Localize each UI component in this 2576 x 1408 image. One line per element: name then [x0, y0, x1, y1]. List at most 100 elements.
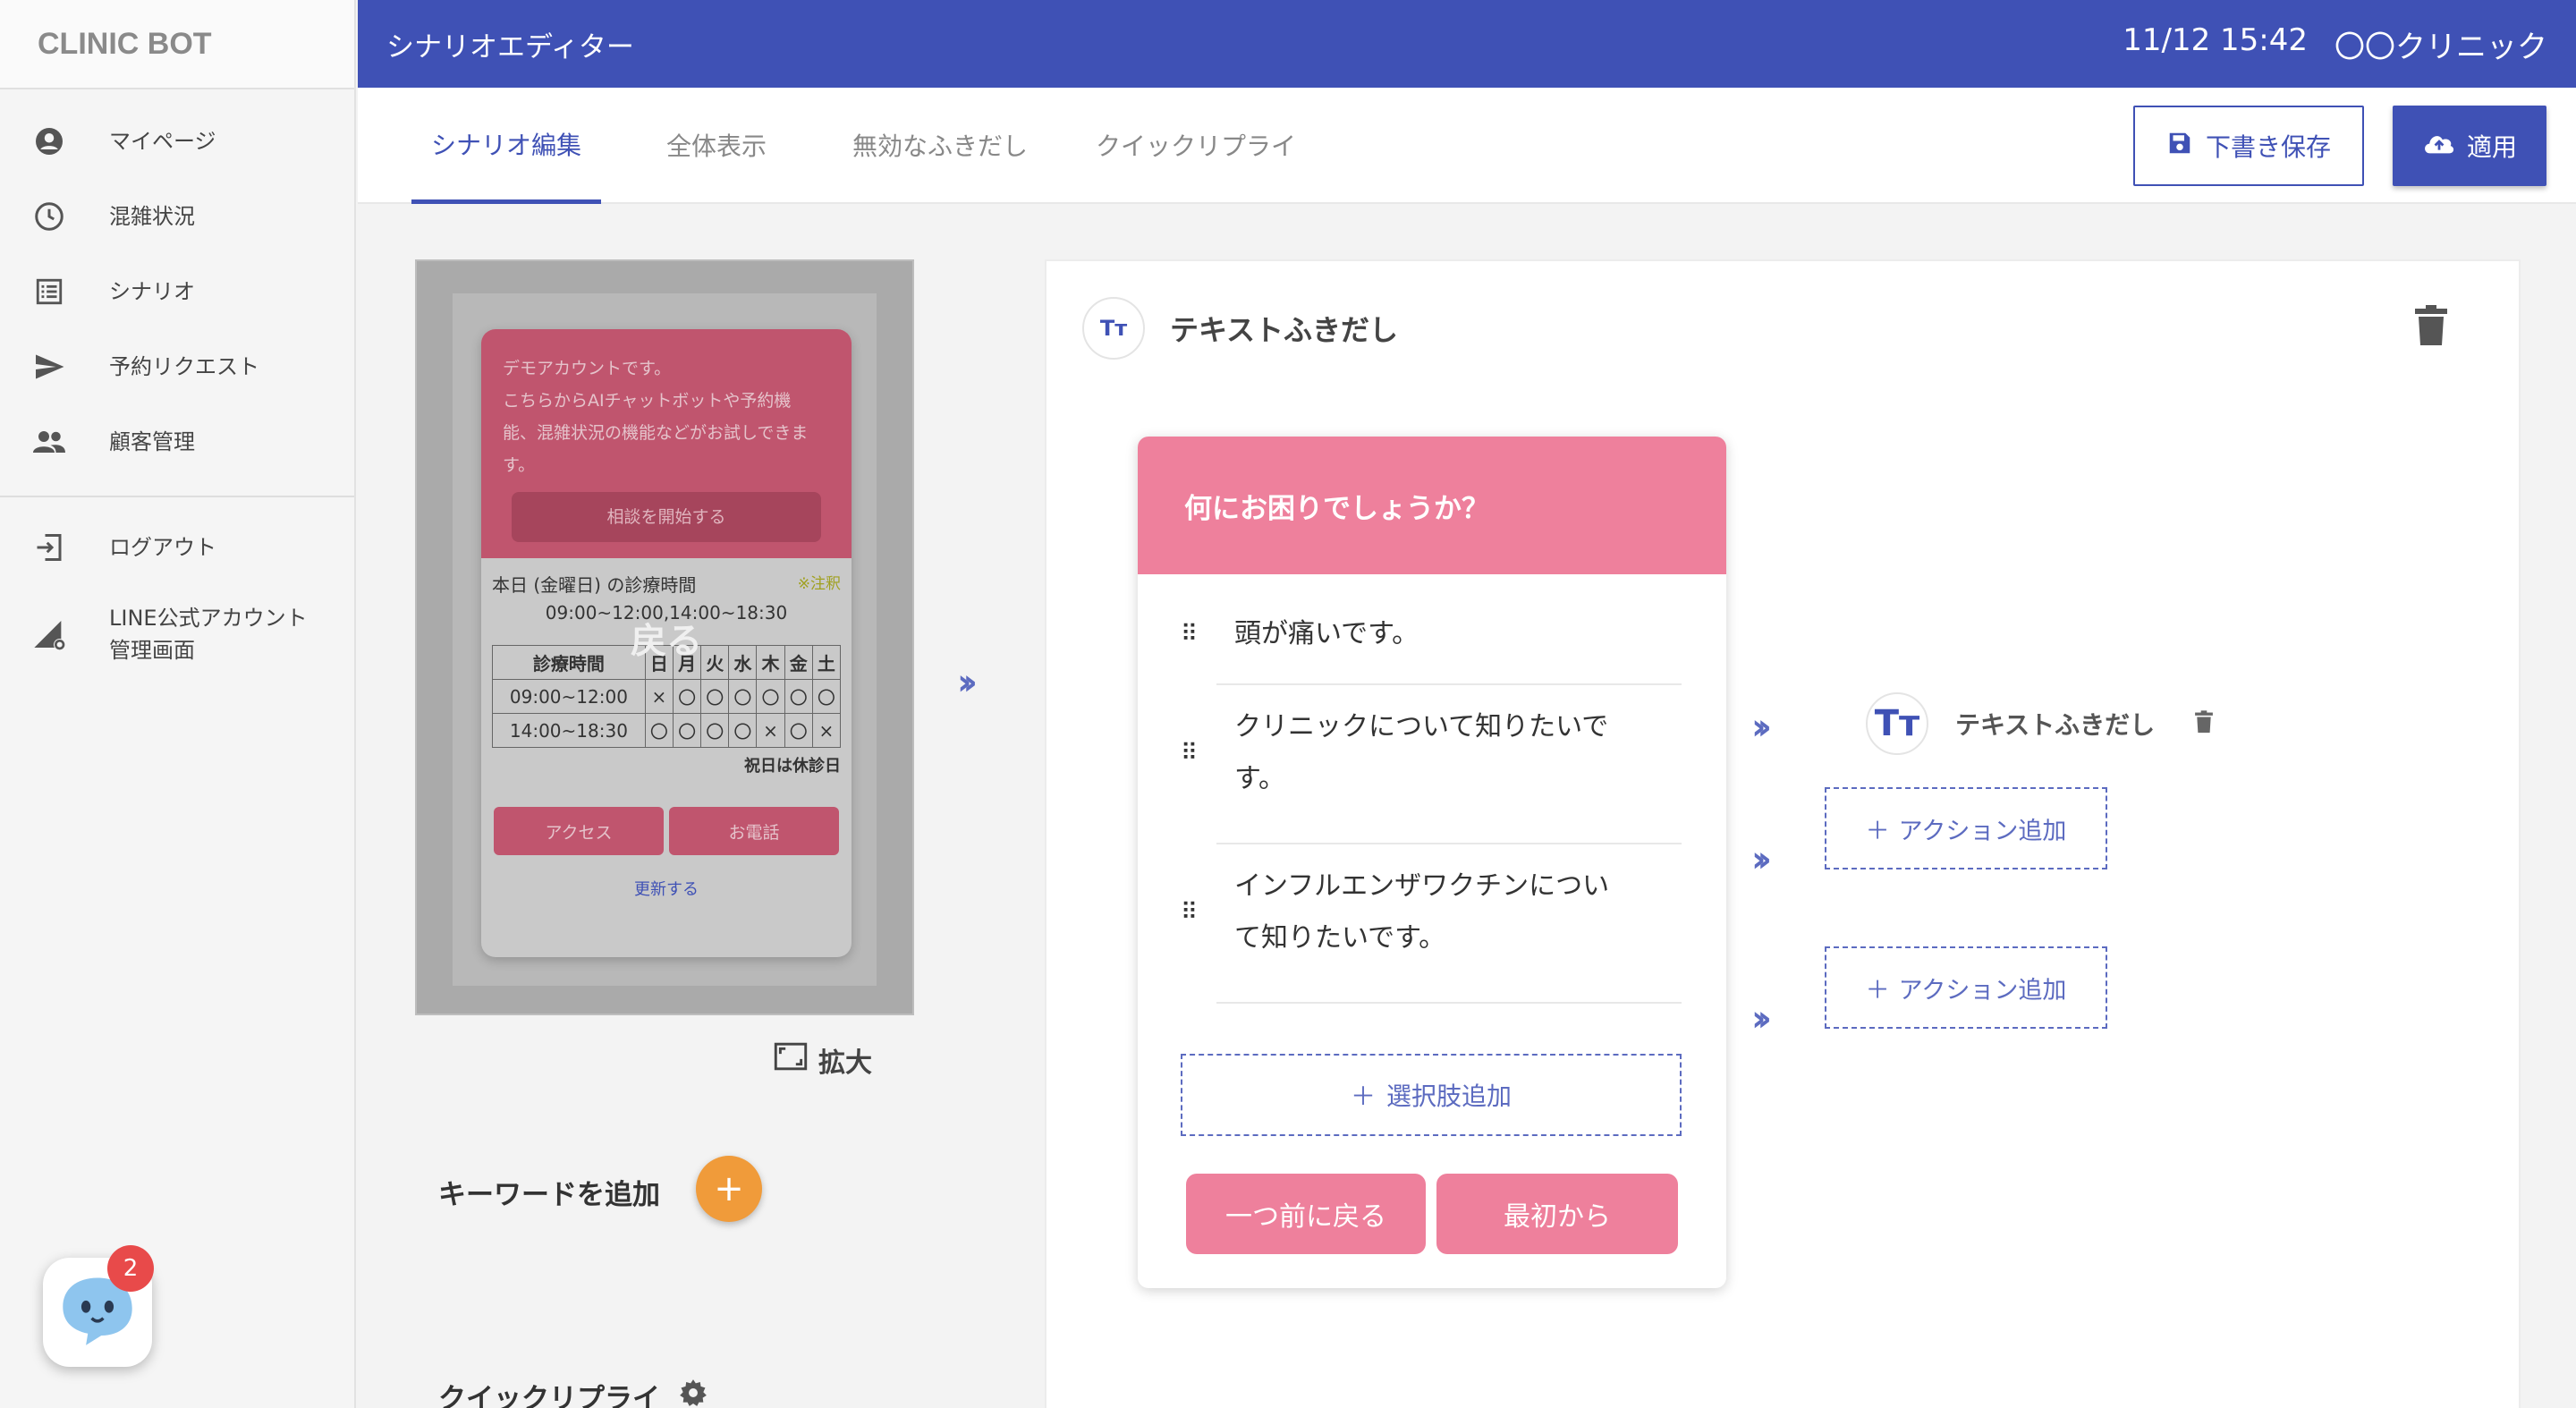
sidebar-item-label: ログアウト [109, 535, 216, 560]
table-cell: 〇 [700, 679, 730, 714]
phone-mockup: デモアカウントです。 こちらからAIチャットボットや予約機 能、混雑状況の機能な… [481, 329, 852, 957]
sidebar-item-mypage[interactable]: マイページ [0, 104, 354, 179]
drag-handle-icon[interactable]: ⠿ [1181, 621, 1216, 648]
choice-item[interactable]: ⠿ 頭が痛いです。 [1181, 608, 1682, 660]
preview-note: ※注釈 [797, 575, 841, 593]
from-start-button[interactable]: 最初から [1436, 1174, 1678, 1254]
add-action-button[interactable]: ＋ アクション追加 [1825, 946, 2107, 1029]
choice-item[interactable]: ⠿ インフルエンザワクチンについ て知りたいです。 [1181, 861, 1682, 964]
quick-reply-section: クイックリプライ [438, 1376, 708, 1408]
gear-icon[interactable] [678, 1378, 708, 1408]
trash-icon [2413, 305, 2449, 351]
add-action-label: アクション追加 [1898, 817, 2067, 845]
action-text-bubble[interactable]: Tт テキストふきだし [1866, 692, 2155, 755]
main-content: デモアカウントです。 こちらからAIチャットボットや予約機 能、混雑状況の機能な… [358, 204, 2576, 1408]
add-action-button[interactable]: ＋ アクション追加 [1825, 787, 2107, 869]
sidebar-item-customers[interactable]: 顧客管理 [0, 404, 354, 479]
preview-access-button: アクセス [494, 807, 664, 855]
logout-icon [30, 529, 68, 566]
table-cell: 〇 [728, 713, 758, 748]
table-cell: 〇 [756, 679, 785, 714]
choice-text-line: す。 [1234, 763, 1285, 794]
choice-text-line: て知りたいです。 [1234, 922, 1446, 954]
brand-logo: CLINIC BOT [0, 0, 354, 89]
sidebar: CLINIC BOT マイページ 混雑状況 シナリオ 予約リクエスト 顧客管理 … [0, 0, 356, 1408]
drag-handle-icon[interactable]: ⠿ [1181, 899, 1216, 926]
account-circle-icon [30, 123, 68, 160]
table-row: 09:00~12:00 × 〇 〇 〇 〇 〇 〇 [492, 679, 842, 714]
zoom-button[interactable]: 拡大 [774, 1040, 872, 1080]
choice-text-line: 頭が痛いです。 [1234, 618, 1419, 649]
sidebar-item-scenario[interactable]: シナリオ [0, 254, 354, 329]
apply-button[interactable]: 適用 [2393, 106, 2546, 186]
save-draft-label: 下書き保存 [2205, 132, 2331, 162]
preview-intro-bubble: デモアカウントです。 こちらからAIチャットボットや予約機 能、混雑状況の機能な… [481, 329, 852, 558]
bubble-title[interactable]: 何にお困りでしょうか？ [1138, 437, 1726, 574]
choice-text[interactable]: 頭が痛いです。 [1234, 608, 1655, 660]
plus-icon: ＋ [1865, 976, 1890, 1005]
sidebar-item-label: シナリオ [109, 279, 195, 304]
trash-icon[interactable] [2194, 709, 2214, 738]
tab-quick-reply[interactable]: クイックリプライ [1076, 88, 1316, 202]
add-keyword-button[interactable]: + [696, 1156, 762, 1222]
keyword-add-label: キーワードを追加 [438, 1179, 660, 1211]
double-chevron-right-icon[interactable]: ›› [957, 662, 978, 703]
sidebar-divider [0, 496, 354, 497]
tab-scenario-edit[interactable]: シナリオ編集 [411, 88, 602, 204]
save-draft-button[interactable]: 下書き保存 [2133, 106, 2364, 186]
plus-icon: ＋ [1865, 817, 1890, 845]
sidebar-item-line-admin[interactable]: LINE公式アカウント 管理画面 [0, 585, 354, 683]
sidebar-item-reservation[interactable]: 予約リクエスト [0, 329, 354, 404]
table-cell: 〇 [784, 713, 813, 748]
sidebar-item-label: 混雑状況 [109, 204, 195, 229]
choice-action-1: Tт テキストふきだし [1866, 692, 2214, 755]
table-cell: 09:00~12:00 [492, 679, 646, 714]
tab-overview[interactable]: 全体表示 [647, 88, 786, 202]
notification-badge: 2 [107, 1245, 154, 1292]
sidebar-item-label: LINE公式アカウント 管理画面 [109, 602, 308, 666]
page-title: シナリオエディター [386, 30, 634, 64]
preview-phone-button: お電話 [669, 807, 839, 855]
sidebar-item-label-line2: 管理画面 [109, 638, 195, 663]
expand-icon [774, 1042, 808, 1078]
sidebar-item-label-line1: LINE公式アカウント [109, 606, 308, 631]
plus-icon: ＋ [1350, 1081, 1376, 1111]
add-choice-button[interactable]: ＋ 選択肢追加 [1181, 1054, 1682, 1136]
tab-invalid-bubbles[interactable]: 無効なふきだし [833, 88, 1047, 202]
choice-divider [1216, 1002, 1682, 1004]
line-admin-icon [30, 615, 68, 653]
preview-intro-line: 能、混雑状況の機能などがお試しできま [503, 423, 809, 443]
add-choice-label: 選択肢追加 [1386, 1081, 1513, 1111]
preview-start-button: 相談を開始する [512, 492, 821, 542]
sidebar-item-label: 予約リクエスト [109, 354, 259, 379]
add-action-label: アクション追加 [1898, 976, 2067, 1005]
scenario-preview[interactable]: デモアカウントです。 こちらからAIチャットボットや予約機 能、混雑状況の機能な… [415, 259, 914, 1015]
choice-divider [1216, 683, 1682, 685]
preview-intro-line: す。 [503, 455, 536, 475]
choice-text[interactable]: クリニックについて知りたいで す。 [1234, 701, 1655, 805]
text-bubble: 何にお困りでしょうか？ ⠿ 頭が痛いです。 ⠿ クリニックについて知りたいで す… [1138, 437, 1726, 1288]
tabs-bar: シナリオ編集 全体表示 無効なふきだし クイックリプライ 下書き保存 適用 [358, 88, 2576, 204]
clock-icon [30, 198, 68, 235]
header-datetime: 11/12 15:42 [2123, 21, 2308, 58]
sidebar-nav: マイページ 混雑状況 シナリオ 予約リクエスト 顧客管理 ログアウト LINE公… [0, 89, 354, 683]
back-one-button[interactable]: 一つ前に戻る [1186, 1174, 1426, 1254]
table-cell: 〇 [672, 713, 702, 748]
choice-text[interactable]: インフルエンザワクチンについ て知りたいです。 [1234, 861, 1655, 964]
cloud-upload-icon [2422, 130, 2456, 163]
list-icon [30, 273, 68, 310]
sidebar-item-congestion[interactable]: 混雑状況 [0, 179, 354, 254]
choice-item[interactable]: ⠿ クリニックについて知りたいで す。 [1181, 701, 1682, 805]
table-cell: 〇 [728, 679, 758, 714]
preview-holiday-note: 祝日は休診日 [744, 757, 841, 776]
table-cell: × [811, 713, 842, 748]
floppy-disk-icon [2166, 130, 2193, 163]
back-overlay-label: 戻る [631, 621, 702, 662]
sidebar-item-logout[interactable]: ログアウト [0, 510, 354, 585]
preview-hours-title: 本日 (金曜日) の診療時間 [492, 574, 697, 596]
sidebar-item-label: マイページ [109, 129, 216, 154]
drag-handle-icon[interactable]: ⠿ [1181, 740, 1216, 767]
bubble-editor-card: Tт テキストふきだし 何にお困りでしょうか？ ⠿ 頭が痛いです。 ⠿ クリニッ… [1045, 259, 2521, 1408]
delete-bubble-button[interactable] [2413, 304, 2449, 351]
table-cell: 〇 [784, 679, 813, 714]
